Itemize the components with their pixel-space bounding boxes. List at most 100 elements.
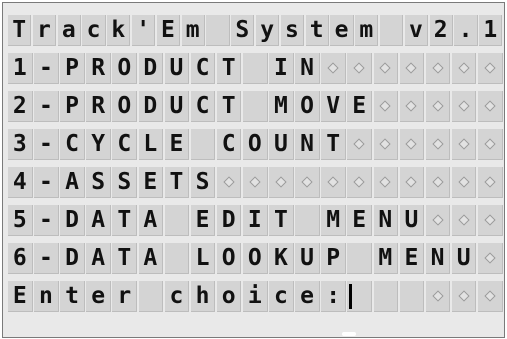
empty-field-cell bbox=[477, 281, 503, 312]
char-cell: T bbox=[112, 243, 138, 274]
char-cell: n bbox=[34, 281, 59, 312]
menu-option-product-in[interactable]: 1-PRODUCTIN bbox=[8, 53, 504, 91]
menu-option-cycle-count[interactable]: 3-CYCLECOUNT bbox=[8, 129, 504, 167]
empty-field-cell bbox=[321, 167, 346, 198]
empty-field-cell bbox=[425, 91, 451, 122]
empty-field-cell bbox=[269, 167, 294, 198]
char-cell: T bbox=[216, 91, 242, 122]
char-cell: U bbox=[164, 53, 190, 84]
char-cell: y bbox=[255, 15, 280, 46]
char-cell: k bbox=[107, 15, 131, 46]
empty-field-cell bbox=[477, 167, 503, 198]
char-cell: T bbox=[8, 15, 32, 46]
empty-field-cell bbox=[399, 53, 425, 84]
char-cell: E bbox=[347, 205, 373, 236]
char-cell: N bbox=[373, 205, 399, 236]
char-cell: O bbox=[216, 243, 242, 274]
choice-prompt[interactable]: Enterchoice: bbox=[8, 281, 504, 319]
char-cell: C bbox=[112, 129, 138, 160]
char-cell: A bbox=[138, 243, 164, 274]
char-cell: R bbox=[86, 91, 111, 122]
char-cell: - bbox=[34, 167, 59, 198]
char-cell: C bbox=[190, 91, 216, 122]
char-cell: m bbox=[181, 15, 205, 46]
char-cell: Y bbox=[86, 129, 111, 160]
char-cell: 3 bbox=[8, 129, 33, 160]
menu-option-data-edit-menu[interactable]: 5-DATAEDITMENU bbox=[8, 205, 504, 243]
char-cell: r bbox=[112, 281, 138, 312]
char-cell: h bbox=[190, 281, 216, 312]
char-cell: - bbox=[34, 91, 59, 122]
char-cell: - bbox=[34, 129, 59, 160]
char-cell bbox=[206, 15, 230, 46]
char-cell: E bbox=[190, 205, 216, 236]
char-cell bbox=[138, 281, 164, 312]
char-cell: E bbox=[164, 129, 190, 160]
char-cell: 2 bbox=[8, 91, 33, 122]
char-cell: U bbox=[399, 205, 425, 236]
empty-field-cell bbox=[216, 167, 242, 198]
char-cell: M bbox=[373, 243, 399, 274]
char-cell: D bbox=[60, 205, 85, 236]
char-cell: A bbox=[86, 205, 111, 236]
char-cell: - bbox=[34, 205, 59, 236]
empty-field-cell bbox=[399, 129, 425, 160]
char-cell: D bbox=[138, 91, 164, 122]
empty-field-cell bbox=[451, 281, 477, 312]
empty-field-cell bbox=[425, 167, 451, 198]
char-cell: E bbox=[347, 91, 373, 122]
empty-field-cell bbox=[425, 205, 451, 236]
empty-field-cell bbox=[373, 91, 399, 122]
menu-option-product-move[interactable]: 2-PRODUCTMOVE bbox=[8, 91, 504, 129]
char-cell: A bbox=[86, 243, 111, 274]
menu-option-assets[interactable]: 4-ASSETS bbox=[8, 167, 504, 205]
char-cell: N bbox=[295, 53, 320, 84]
char-cell: o bbox=[216, 281, 242, 312]
char-cell: E bbox=[399, 243, 425, 274]
empty-field-cell bbox=[347, 53, 373, 84]
char-cell: U bbox=[164, 91, 190, 122]
char-cell: S bbox=[112, 167, 138, 198]
char-cell: C bbox=[216, 129, 242, 160]
input-cell[interactable] bbox=[373, 281, 399, 312]
empty-field-cell bbox=[477, 243, 503, 274]
terminal-title: Tr a c k ' Em Sy s t e m v 2. 1 bbox=[8, 15, 504, 53]
char-cell: N bbox=[425, 243, 451, 274]
char-cell: T bbox=[112, 205, 138, 236]
char-cell: c bbox=[164, 281, 190, 312]
char-cell: S bbox=[86, 167, 111, 198]
empty-field-cell bbox=[373, 53, 399, 84]
text-cursor[interactable] bbox=[347, 281, 373, 312]
char-cell: 1 bbox=[479, 15, 503, 46]
char-cell: T bbox=[321, 129, 346, 160]
char-cell: I bbox=[269, 53, 294, 84]
char-cell: V bbox=[321, 91, 346, 122]
char-cell: D bbox=[216, 205, 242, 236]
char-cell: E bbox=[8, 281, 33, 312]
char-cell: U bbox=[451, 243, 477, 274]
char-cell: P bbox=[60, 91, 85, 122]
empty-field-cell bbox=[477, 53, 503, 84]
char-cell: N bbox=[295, 129, 320, 160]
empty-field-cell bbox=[477, 91, 503, 122]
char-cell bbox=[295, 205, 320, 236]
char-cell: 4 bbox=[8, 167, 33, 198]
char-cell: v bbox=[404, 15, 429, 46]
char-cell: T bbox=[164, 167, 190, 198]
char-cell: . bbox=[454, 15, 478, 46]
char-cell: m bbox=[355, 15, 379, 46]
char-cell: M bbox=[321, 205, 346, 236]
char-cell: K bbox=[269, 243, 294, 274]
char-cell: L bbox=[190, 243, 216, 274]
char-cell: O bbox=[112, 53, 138, 84]
char-cell: O bbox=[112, 91, 138, 122]
terminal-screen: Tr a c k ' Em Sy s t e m v 2. 1 1- P R O D U C T I N 2- P R O D U C T M O… bbox=[2, 2, 505, 338]
empty-field-cell bbox=[242, 167, 268, 198]
empty-field-cell bbox=[425, 53, 451, 84]
char-cell: S bbox=[190, 167, 216, 198]
char-cell: e bbox=[330, 15, 354, 46]
menu-option-data-lookup-menu[interactable]: 6-DATALOOKUPMENU bbox=[8, 243, 504, 281]
input-cell[interactable] bbox=[399, 281, 425, 312]
char-cell: R bbox=[86, 53, 111, 84]
empty-field-cell bbox=[373, 129, 399, 160]
